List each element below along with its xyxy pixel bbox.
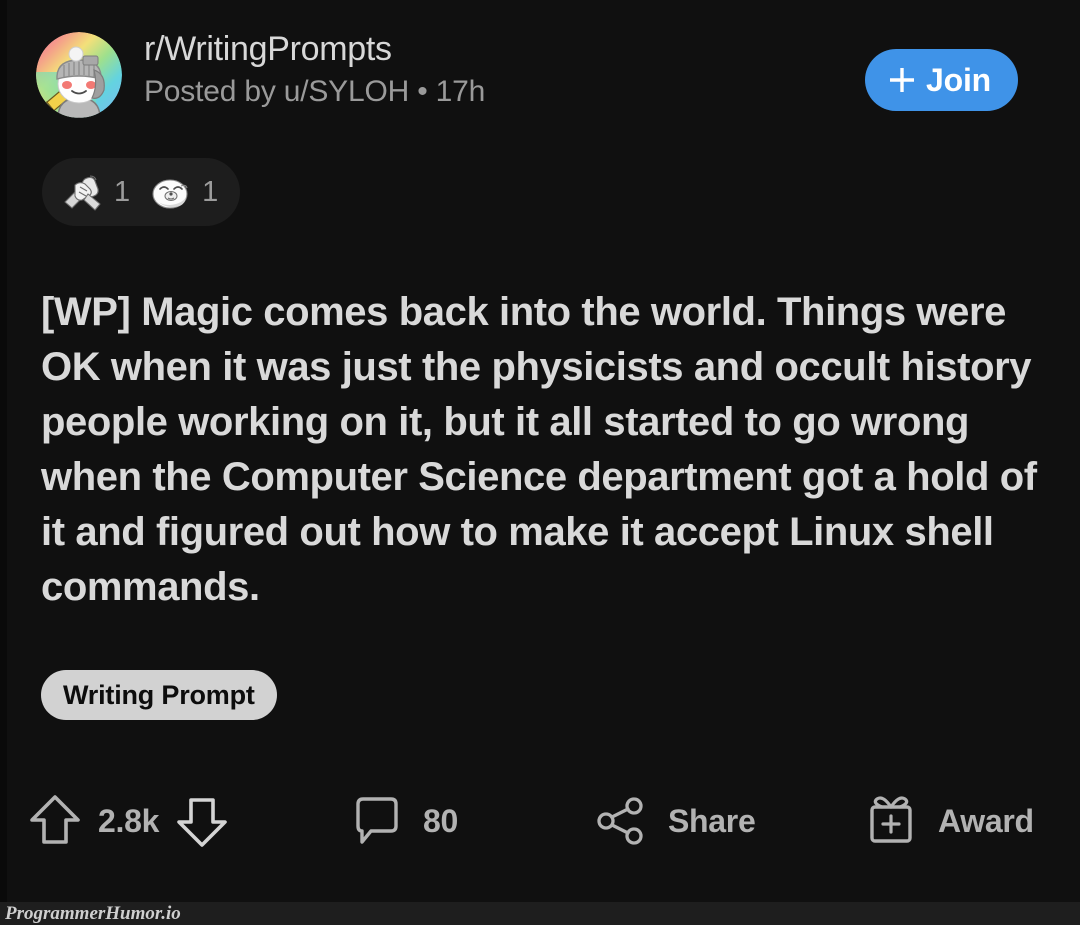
watermark-bar: ProgrammerHumor.io [0, 902, 1080, 925]
downvote-button[interactable] [175, 792, 229, 850]
awards-pill[interactable]: 1 1 [42, 158, 241, 226]
award-label: Award [938, 803, 1034, 839]
post-flair-label: Writing Prompt [63, 680, 255, 710]
comment-count: 80 [423, 803, 458, 839]
post-byline[interactable]: Posted by u/SYLOH • 17h [144, 72, 485, 112]
watermark-text: ProgrammerHumor.io [5, 903, 181, 924]
upvote-count: 2.8k [98, 803, 160, 839]
vote-group: 2.8k [28, 786, 229, 856]
share-icon [597, 797, 643, 845]
left-edge-strip [0, 0, 7, 902]
snoo-knight-avatar-icon [36, 32, 122, 118]
award-item[interactable]: 1 [148, 170, 218, 214]
downvote-arrow-icon [177, 798, 227, 847]
join-button[interactable]: Join [865, 49, 1018, 111]
subreddit-name[interactable]: r/WritingPrompts [144, 26, 485, 72]
award-button[interactable]: Award [864, 786, 1034, 856]
comment-bubble-icon [356, 797, 398, 844]
subreddit-info: r/WritingPrompts Posted by u/SYLOH • 17h [144, 26, 485, 112]
upvote-button[interactable] [28, 792, 82, 850]
post-flair[interactable]: Writing Prompt [41, 670, 277, 720]
award-count: 1 [202, 176, 219, 208]
share-label: Share [668, 803, 756, 839]
award-item[interactable]: 1 [60, 170, 130, 214]
post-action-bar: 2.8k 80 Share Award [28, 786, 1058, 856]
clasped-hands-award-icon [64, 175, 101, 211]
reddit-post-screenshot: r/WritingPrompts Posted by u/SYLOH • 17h… [0, 0, 1080, 925]
seal-award-icon [152, 179, 188, 209]
plus-icon [890, 68, 915, 92]
post-title[interactable]: [WP] Magic comes back into the world. Th… [41, 285, 1041, 615]
share-button[interactable]: Share [594, 786, 756, 856]
post-header: r/WritingPrompts Posted by u/SYLOH • 17h… [36, 30, 1046, 130]
comments-group[interactable]: 80 [351, 786, 458, 856]
upvote-arrow-icon [30, 795, 80, 844]
subreddit-avatar[interactable] [36, 32, 122, 118]
award-count: 1 [114, 176, 131, 208]
join-label: Join [926, 62, 991, 98]
gift-award-icon [870, 796, 912, 843]
